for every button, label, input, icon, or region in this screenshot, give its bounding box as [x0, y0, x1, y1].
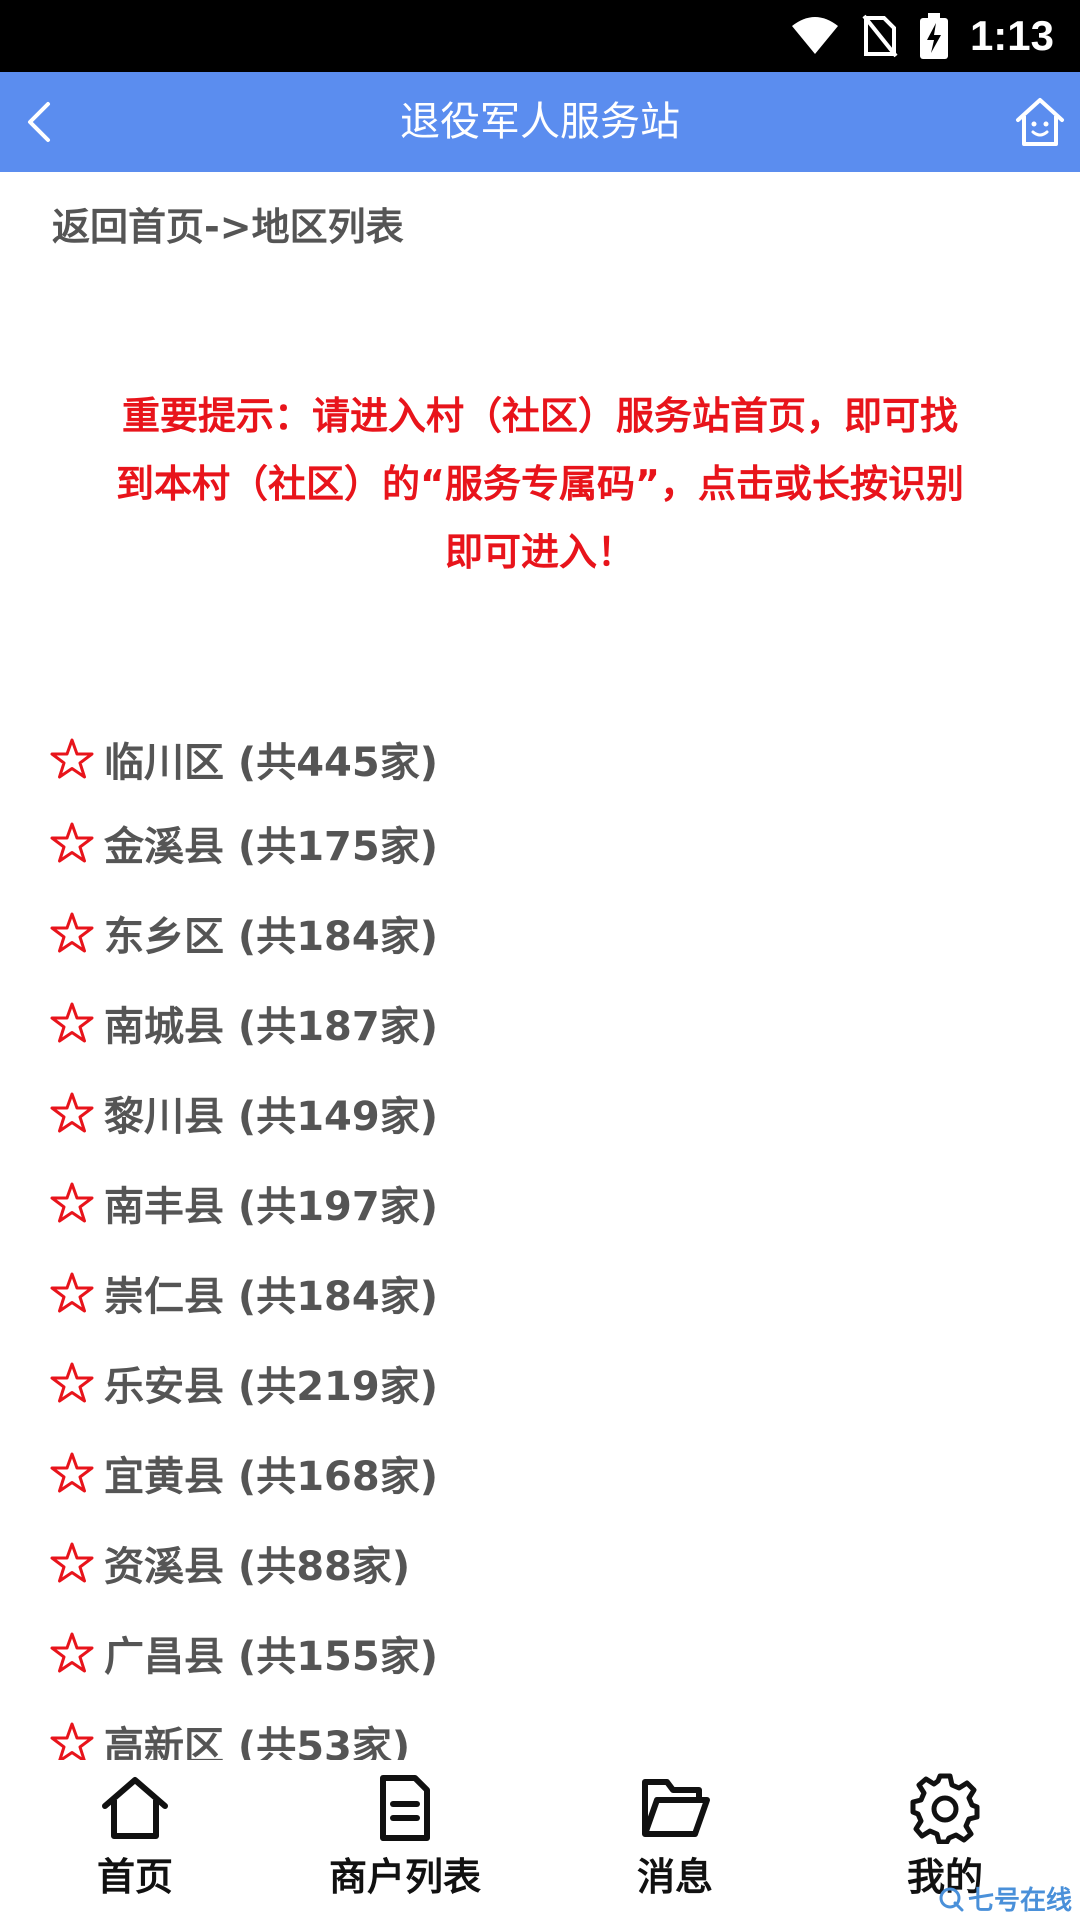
region-item[interactable]: 南城县 (共187家)	[50, 978, 950, 1068]
status-bar: 1:13	[0, 0, 1080, 72]
region-label: 崇仁县 (共184家)	[104, 1274, 438, 1320]
star-outline-icon	[50, 738, 94, 779]
region-item[interactable]: 广昌县 (共155家)	[50, 1608, 950, 1698]
tab-merchant-list[interactable]: 商户列表	[325, 1760, 485, 1920]
nav-bar: 退役军人服务站	[0, 72, 1080, 172]
region-label: 金溪县 (共175家)	[104, 824, 438, 870]
watermark-text: 七号在线	[967, 1886, 1072, 1916]
region-label: 乐安县 (共219家)	[104, 1364, 438, 1410]
region-label: 广昌县 (共155家)	[104, 1634, 438, 1680]
region-label: 资溪县 (共88家)	[104, 1544, 411, 1590]
page-title: 退役军人服务站	[400, 99, 680, 145]
notice-line: 即可进入！	[444, 530, 635, 574]
star-outline-icon	[50, 1362, 94, 1403]
region-item[interactable]: 临川区 (共445家)	[50, 720, 950, 798]
tab-messages[interactable]: 消息	[620, 1760, 730, 1920]
star-outline-icon	[50, 912, 94, 953]
tab-label: 首页	[96, 1855, 173, 1899]
home-icon	[102, 1777, 168, 1839]
folder-open-icon	[642, 1779, 710, 1837]
region-item[interactable]: 乐安县 (共219家)	[50, 1338, 950, 1428]
region-label: 南城县 (共187家)	[104, 1004, 438, 1050]
region-item[interactable]: 金溪县 (共175家)	[50, 798, 950, 888]
region-item[interactable]: 东乡区 (共184家)	[50, 888, 950, 978]
region-label: 临川区 (共445家)	[104, 740, 438, 786]
tab-label: 消息	[636, 1855, 713, 1899]
watermark: 七号在线	[938, 1880, 1072, 1917]
status-time: 1:13	[969, 12, 1054, 59]
region-item[interactable]: 黎川县 (共149家)	[50, 1068, 950, 1158]
region-label: 南丰县 (共197家)	[104, 1184, 438, 1230]
star-outline-icon	[50, 1542, 94, 1583]
region-label: 东乡区 (共184家)	[104, 914, 438, 960]
watermark-logo-icon	[939, 1887, 964, 1911]
star-outline-icon	[50, 1272, 94, 1313]
region-item[interactable]: 南丰县 (共197家)	[50, 1158, 950, 1248]
tab-home[interactable]: 首页	[80, 1760, 190, 1920]
document-icon	[380, 1775, 430, 1841]
region-label: 宜黄县 (共168家)	[104, 1454, 438, 1500]
notice-line: 重要提示：请进入村（社区）服务站首页，即可找	[121, 394, 958, 438]
notice-line: 到本村（社区）的“服务专属码”，点击或长按识别	[116, 462, 964, 506]
status-icons: 1:13	[790, 12, 1054, 60]
star-outline-icon	[50, 1182, 94, 1223]
region-item[interactable]: 崇仁县 (共184家)	[50, 1248, 950, 1338]
important-notice: 重要提示：请进入村（社区）服务站首页，即可找 到本村（社区）的“服务专属码”，点…	[40, 382, 1040, 586]
region-item[interactable]: 宜黄县 (共168家)	[50, 1428, 950, 1518]
region-label: 黎川县 (共149家)	[104, 1094, 438, 1140]
bottom-tab-bar: 首页 商户列表 消息 我的	[0, 1760, 1080, 1920]
no-sim-icon	[862, 14, 898, 58]
battery-charging-icon	[919, 13, 948, 59]
wifi-icon	[791, 17, 838, 54]
gear-icon	[910, 1773, 980, 1844]
star-outline-icon	[50, 822, 94, 863]
star-outline-icon	[50, 1002, 94, 1043]
star-outline-icon	[50, 1452, 94, 1493]
home-smile-icon[interactable]	[1012, 94, 1068, 150]
star-outline-icon	[50, 1632, 94, 1673]
breadcrumb[interactable]: 返回首页->地区列表	[52, 196, 404, 251]
region-item[interactable]: 资溪县 (共88家)	[50, 1518, 950, 1608]
tab-label: 商户列表	[328, 1855, 481, 1899]
star-outline-icon	[50, 1092, 94, 1133]
region-list: 临川区 (共445家) 金溪县 (共175家) 东乡区 (共184家) 南城县 …	[50, 720, 950, 1788]
star-outline-icon	[50, 1722, 94, 1763]
